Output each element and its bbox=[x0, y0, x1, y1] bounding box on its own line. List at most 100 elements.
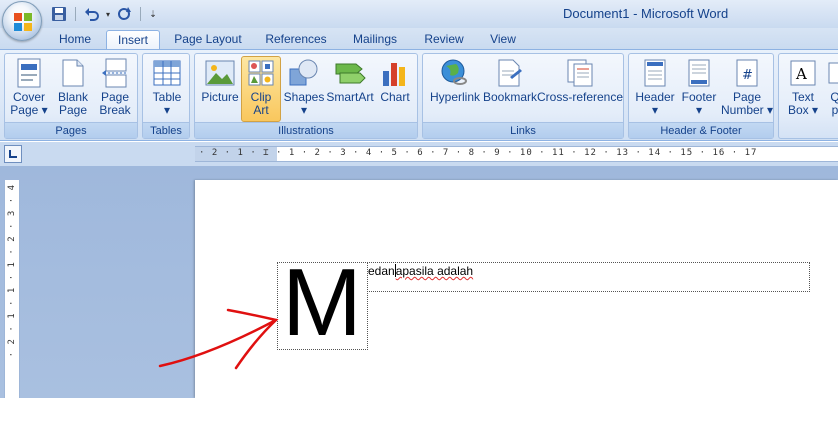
document-page[interactable]: M edanapasila adalah bbox=[195, 180, 838, 398]
vertical-ruler[interactable]: · 2 · 1 · 1 · 1 · 2 · 3 · 4 bbox=[4, 180, 20, 398]
table-button[interactable]: Table ▾ bbox=[147, 57, 187, 121]
tab-references[interactable]: References bbox=[258, 30, 334, 50]
smartart-label: SmartArt bbox=[326, 90, 374, 104]
horizontal-ruler[interactable]: · 2 · 1 · ⌶ · 1 · 2 · 3 · 4 · 5 · 6 · 7 … bbox=[195, 146, 838, 162]
cover-page-icon bbox=[13, 57, 45, 89]
header-label: Header ▾ bbox=[635, 90, 675, 117]
tab-home[interactable]: Home bbox=[48, 30, 102, 50]
tab-selector-icon[interactable] bbox=[4, 145, 22, 163]
group-text: A Text Box ▾ Q p bbox=[778, 53, 838, 139]
shapes-icon bbox=[288, 57, 320, 89]
drop-cap-letter: M bbox=[282, 249, 362, 356]
window-title: Document1 - Microsoft Word bbox=[563, 6, 729, 21]
header-button[interactable]: Header ▾ bbox=[633, 57, 677, 121]
tab-insert[interactable]: Insert bbox=[106, 30, 160, 50]
quick-access-toolbar: ▾ ⇣ bbox=[50, 4, 158, 24]
hyperlink-button[interactable]: Hyperlink bbox=[427, 57, 483, 121]
group-pages: Cover Page ▾ Blank Page Page Break Pages bbox=[4, 53, 138, 139]
header-icon bbox=[639, 57, 671, 89]
ruler-bar: · 2 · 1 · ⌶ · 1 · 2 · 3 · 4 · 5 · 6 · 7 … bbox=[0, 142, 838, 166]
bookmark-label: Bookmark bbox=[482, 90, 538, 104]
tab-review[interactable]: Review bbox=[416, 30, 472, 50]
group-header-footer: Header ▾ Footer ▾ # Page Number ▾ Header… bbox=[628, 53, 774, 139]
footer-icon bbox=[683, 57, 715, 89]
group-links: Hyperlink Bookmark Cross-reference Links bbox=[422, 53, 624, 139]
chart-icon bbox=[379, 57, 411, 89]
text-box-button[interactable]: A Text Box ▾ bbox=[781, 57, 825, 121]
table-label: Table ▾ bbox=[152, 90, 182, 117]
svg-text:A: A bbox=[795, 65, 807, 83]
undo-icon[interactable] bbox=[83, 5, 101, 23]
tab-mailings[interactable]: Mailings bbox=[344, 30, 406, 50]
footer-label: Footer ▾ bbox=[681, 90, 717, 117]
table-icon bbox=[151, 57, 183, 89]
hyperlink-label: Hyperlink bbox=[429, 90, 480, 104]
cross-reference-icon bbox=[564, 57, 596, 89]
chart-label: Chart bbox=[380, 90, 410, 104]
blank-page-label: Blank Page bbox=[57, 90, 89, 117]
picture-button[interactable]: Picture bbox=[199, 57, 241, 121]
group-links-label: Links bbox=[423, 122, 623, 138]
office-button[interactable] bbox=[2, 1, 42, 41]
globe-link-icon bbox=[439, 57, 471, 89]
quick-parts-button[interactable]: Q p bbox=[825, 57, 838, 121]
page-break-icon bbox=[99, 57, 131, 89]
cross-reference-label: Cross-reference bbox=[536, 90, 624, 104]
page-break-button[interactable]: Page Break bbox=[95, 57, 135, 121]
text-before-cursor: edan bbox=[368, 264, 395, 278]
footer-button[interactable]: Footer ▾ bbox=[677, 57, 721, 121]
drop-cap-frame[interactable]: M bbox=[277, 255, 368, 351]
cover-page-button[interactable]: Cover Page ▾ bbox=[9, 57, 49, 121]
picture-icon bbox=[204, 57, 236, 89]
page-break-label: Page Break bbox=[99, 90, 131, 117]
text-box-icon: A bbox=[787, 57, 819, 89]
qat-separator bbox=[75, 7, 76, 21]
bookmark-icon bbox=[494, 57, 526, 89]
red-arrow-annotation bbox=[158, 308, 279, 370]
clip-art-icon bbox=[245, 57, 277, 89]
office-logo-icon bbox=[14, 13, 32, 31]
bookmark-button[interactable]: Bookmark bbox=[483, 57, 537, 121]
group-header-footer-label: Header & Footer bbox=[629, 122, 773, 138]
clip-art-label: Clip Art bbox=[250, 90, 272, 117]
horizontal-ruler-scale: · 2 · 1 · ⌶ · 1 · 2 · 3 · 4 · 5 · 6 · 7 … bbox=[199, 148, 758, 158]
text-after-cursor: apasila adalah bbox=[395, 264, 474, 278]
group-pages-label: Pages bbox=[5, 122, 137, 138]
group-illustrations-label: Illustrations bbox=[195, 122, 417, 138]
group-tables: Table ▾ Tables bbox=[142, 53, 190, 139]
tab-view[interactable]: View bbox=[480, 30, 526, 50]
page-number-button[interactable]: # Page Number ▾ bbox=[721, 57, 773, 121]
undo-dropdown-icon[interactable]: ▾ bbox=[104, 5, 112, 23]
ribbon: Cover Page ▾ Blank Page Page Break Pages… bbox=[0, 49, 838, 141]
group-illustrations: Picture Clip Art Shapes ▾ SmartArt Chart bbox=[194, 53, 418, 139]
shapes-label: Shapes ▾ bbox=[283, 90, 325, 117]
smartart-icon bbox=[334, 57, 366, 89]
cross-reference-button[interactable]: Cross-reference bbox=[537, 57, 623, 121]
shapes-button[interactable]: Shapes ▾ bbox=[283, 57, 325, 121]
page-number-label: Page Number ▾ bbox=[720, 90, 774, 117]
title-bar: ▾ ⇣ Document1 - Microsoft Word bbox=[0, 0, 838, 28]
text-box-label: Text Box ▾ bbox=[787, 90, 819, 117]
smartart-button[interactable]: SmartArt bbox=[326, 57, 374, 121]
document-text: edanapasila adalah bbox=[368, 264, 473, 278]
quick-parts-label: Q p bbox=[830, 90, 838, 117]
tab-page-layout[interactable]: Page Layout bbox=[168, 30, 248, 50]
quick-parts-icon bbox=[825, 57, 838, 89]
document-area: · 2 · 1 · 1 · 1 · 2 · 3 · 4 M edanapasil… bbox=[0, 166, 838, 398]
qat-separator bbox=[140, 7, 141, 21]
clip-art-button[interactable]: Clip Art bbox=[241, 56, 281, 122]
group-tables-label: Tables bbox=[143, 122, 189, 138]
blank-page-icon bbox=[57, 57, 89, 89]
chart-button[interactable]: Chart bbox=[375, 57, 415, 121]
ribbon-tabs: Home Insert Page Layout References Maili… bbox=[0, 28, 838, 50]
customize-qat-icon[interactable]: ⇣ bbox=[148, 5, 158, 23]
page-number-icon: # bbox=[731, 57, 763, 89]
bottom-background bbox=[0, 398, 838, 427]
redo-icon[interactable] bbox=[115, 5, 133, 23]
vertical-ruler-scale: · 2 · 1 · 1 · 1 · 2 · 3 · 4 bbox=[7, 184, 17, 358]
picture-label: Picture bbox=[201, 90, 239, 104]
cover-page-label: Cover Page ▾ bbox=[10, 90, 48, 117]
text-line-frame[interactable]: edanapasila adalah bbox=[367, 262, 810, 292]
save-icon[interactable] bbox=[50, 5, 68, 23]
blank-page-button[interactable]: Blank Page bbox=[53, 57, 93, 121]
